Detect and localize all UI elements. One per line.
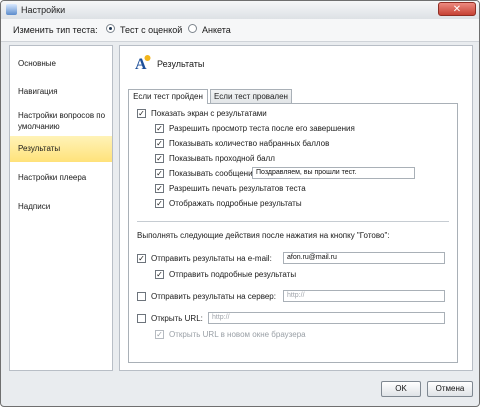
test-type-bar: Изменить тип теста: Тест с оценкой Анкет… xyxy=(1,19,479,42)
show-score-label: Показывать количество набранных баллов xyxy=(169,139,330,148)
email-details-checkbox[interactable]: ✓ xyxy=(155,270,164,279)
server-url-input[interactable]: http:// xyxy=(283,290,445,302)
show-score-checkbox[interactable]: ✓ xyxy=(155,139,164,148)
server-label: Отправить результаты на сервер: xyxy=(151,292,276,301)
radio-graded-test-label[interactable]: Тест с оценкой xyxy=(120,25,182,35)
server-checkbox[interactable] xyxy=(137,292,146,301)
new-window-checkbox[interactable]: ✓ xyxy=(155,330,164,339)
radio-survey[interactable] xyxy=(188,24,197,33)
settings-window: Настройки ✕ Изменить тип теста: Тест с о… xyxy=(0,0,480,407)
results-panel: A Результаты Если тест пройден Если тест… xyxy=(119,45,473,371)
after-done-label: Выполнять следующие действия после нажат… xyxy=(137,231,390,240)
sidebar-item-question-defaults[interactable]: Настройки вопросов по умолчанию xyxy=(10,110,112,132)
open-url-label: Открыть URL: xyxy=(151,314,203,323)
title-bar: Настройки ✕ xyxy=(1,1,479,20)
open-url-input[interactable]: http:// xyxy=(208,312,445,324)
window-title: Настройки xyxy=(21,5,66,15)
section-divider xyxy=(137,221,449,222)
show-details-checkbox[interactable]: ✓ xyxy=(155,199,164,208)
show-message-label: Показывать сообщения xyxy=(169,169,257,178)
show-message-checkbox[interactable]: ✓ xyxy=(155,169,164,178)
sidebar-item-results[interactable]: Результаты xyxy=(10,136,112,162)
test-type-label: Изменить тип теста: xyxy=(13,25,98,35)
email-details-label: Отправить подробные результаты xyxy=(169,270,297,279)
email-checkbox[interactable]: ✓ xyxy=(137,254,146,263)
new-window-label: Открыть URL в новом окне браузера xyxy=(169,330,306,339)
show-passing-checkbox[interactable]: ✓ xyxy=(155,154,164,163)
sidebar: Основные Навигация Настройки вопросов по… xyxy=(9,45,113,371)
sidebar-item-captions[interactable]: Надписи xyxy=(10,201,112,212)
radio-graded-test[interactable] xyxy=(106,24,115,33)
allow-print-checkbox[interactable]: ✓ xyxy=(155,184,164,193)
message-input[interactable]: Поздравляем, вы прошли тест. xyxy=(252,167,415,179)
ok-button[interactable]: OK xyxy=(381,381,421,397)
email-label: Отправить результаты на e-mail: xyxy=(151,254,272,263)
sidebar-item-player-settings[interactable]: Настройки плеера xyxy=(10,172,112,183)
radio-survey-label[interactable]: Анкета xyxy=(202,25,231,35)
sidebar-item-general[interactable]: Основные xyxy=(10,58,112,69)
app-icon xyxy=(6,4,17,15)
tab-passed[interactable]: Если тест пройден xyxy=(128,89,208,104)
show-details-label: Отображать подробные результаты xyxy=(169,199,302,208)
allow-print-label: Разрешить печать результатов теста xyxy=(169,184,306,193)
show-results-label: Показать экран с результатами xyxy=(151,109,267,118)
allow-review-checkbox[interactable]: ✓ xyxy=(155,124,164,133)
open-url-checkbox[interactable] xyxy=(137,314,146,323)
cancel-button[interactable]: Отмена xyxy=(427,381,473,397)
tab-content: ✓ Показать экран с результатами ✓ Разреш… xyxy=(128,103,458,363)
close-button[interactable]: ✕ xyxy=(438,2,476,16)
tab-failed[interactable]: Если тест провален xyxy=(210,89,292,103)
sidebar-item-navigation[interactable]: Навигация xyxy=(10,86,112,97)
show-passing-label: Показывать проходной балл xyxy=(169,154,275,163)
allow-review-label: Разрешить просмотр теста после его завер… xyxy=(169,124,355,133)
panel-title: Результаты xyxy=(157,59,205,69)
results-icon: A xyxy=(135,55,151,71)
email-input[interactable]: afon.ru@mail.ru xyxy=(283,252,445,264)
show-results-checkbox[interactable]: ✓ xyxy=(137,109,146,118)
